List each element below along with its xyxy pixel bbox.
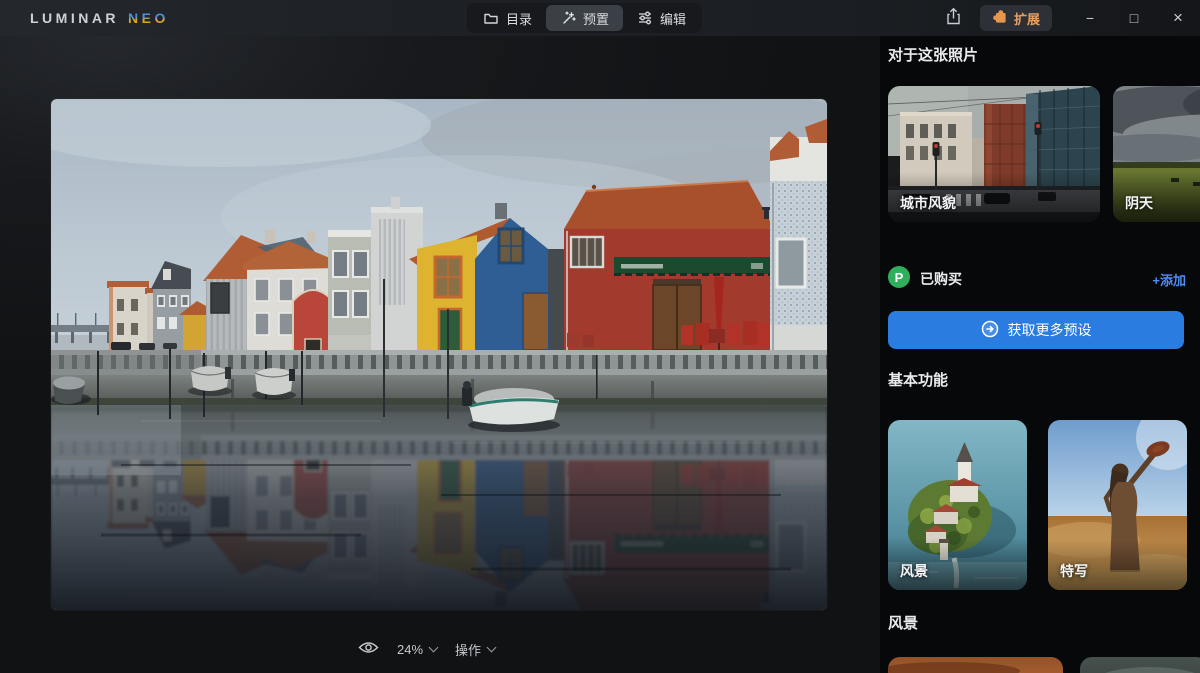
tab-presets[interactable]: 预置 [546,5,623,31]
close-button[interactable]: × [1156,0,1200,36]
brand-neo: NEO [128,10,169,26]
chevron-down-icon [487,642,497,652]
canvas-controls: 24% 操作 [358,637,495,661]
arrow-right-circle-icon [981,320,999,341]
preset-card-label: 特写 [1060,561,1088,581]
extensions-button[interactable]: 扩展 [980,5,1052,31]
get-more-presets-button[interactable]: 获取更多预设 [888,311,1184,349]
zoom-level-dropdown[interactable]: 24% [397,642,437,657]
preset-card-overcast[interactable]: 阴天 [1113,86,1200,222]
section-title-basic: 基本功能 [888,369,948,390]
tab-presets-label: 预置 [583,9,609,28]
compare-eye-button[interactable] [358,640,379,658]
app-logo: LUMINAR NEO [30,10,169,26]
tab-catalog[interactable]: 目录 [469,5,546,31]
section-title-landscape: 风景 [888,612,918,633]
zoom-level-value: 24% [397,642,423,657]
share-icon [945,7,962,29]
maximize-button[interactable]: □ [1112,0,1156,36]
top-bar: LUMINAR NEO 目录 预置 [0,0,1200,36]
preset-card-label: 城市风貌 [900,193,956,213]
section-title-for-this-photo: 对于这张照片 [888,44,978,65]
preset-card-sunset[interactable] [888,657,1063,673]
presets-sidebar: 对于这张照片 [880,36,1200,673]
purchased-label: 已购买 [920,269,962,289]
extensions-label: 扩展 [1014,9,1040,28]
puzzle-icon [992,9,1007,27]
add-presets-link[interactable]: +添加 [1152,270,1186,289]
main-photo[interactable] [51,99,827,610]
tab-edit-label: 编辑 [660,9,686,28]
photo-canvas: 24% 操作 [0,36,880,673]
moody-thumbnail [1080,657,1200,673]
sliders-icon [637,10,653,26]
brand-luminar: LUMINAR [30,10,119,26]
preset-card-closeup[interactable]: 特写 [1048,420,1187,590]
view-tabs: 目录 预置 编辑 [467,3,702,33]
presets-p-icon: P [888,266,910,288]
photo-presets-row: 城市风貌 阴天 [888,86,1200,222]
actions-label: 操作 [455,640,481,659]
tab-edit[interactable]: 编辑 [623,5,700,31]
share-button[interactable] [941,3,966,33]
actions-dropdown[interactable]: 操作 [455,640,495,659]
chevron-down-icon [429,642,439,652]
basic-presets-row: 风景 [888,420,1187,590]
preset-card-label: 风景 [900,561,928,581]
eye-icon [358,640,379,658]
landscape-presets-row [888,657,1200,673]
preset-card-landscape[interactable]: 风景 [888,420,1027,590]
tab-catalog-label: 目录 [506,9,532,28]
window-controls: − □ × [1068,0,1200,36]
get-more-label: 获取更多预设 [1008,320,1092,340]
preset-card-cityscape[interactable]: 城市风貌 [888,86,1100,222]
sunset-thumbnail [888,657,1063,673]
preset-card-moody[interactable] [1080,657,1200,673]
folder-icon [483,10,499,26]
preset-card-label: 阴天 [1125,193,1153,213]
minimize-button[interactable]: − [1068,0,1112,36]
magic-wand-icon [560,10,576,26]
